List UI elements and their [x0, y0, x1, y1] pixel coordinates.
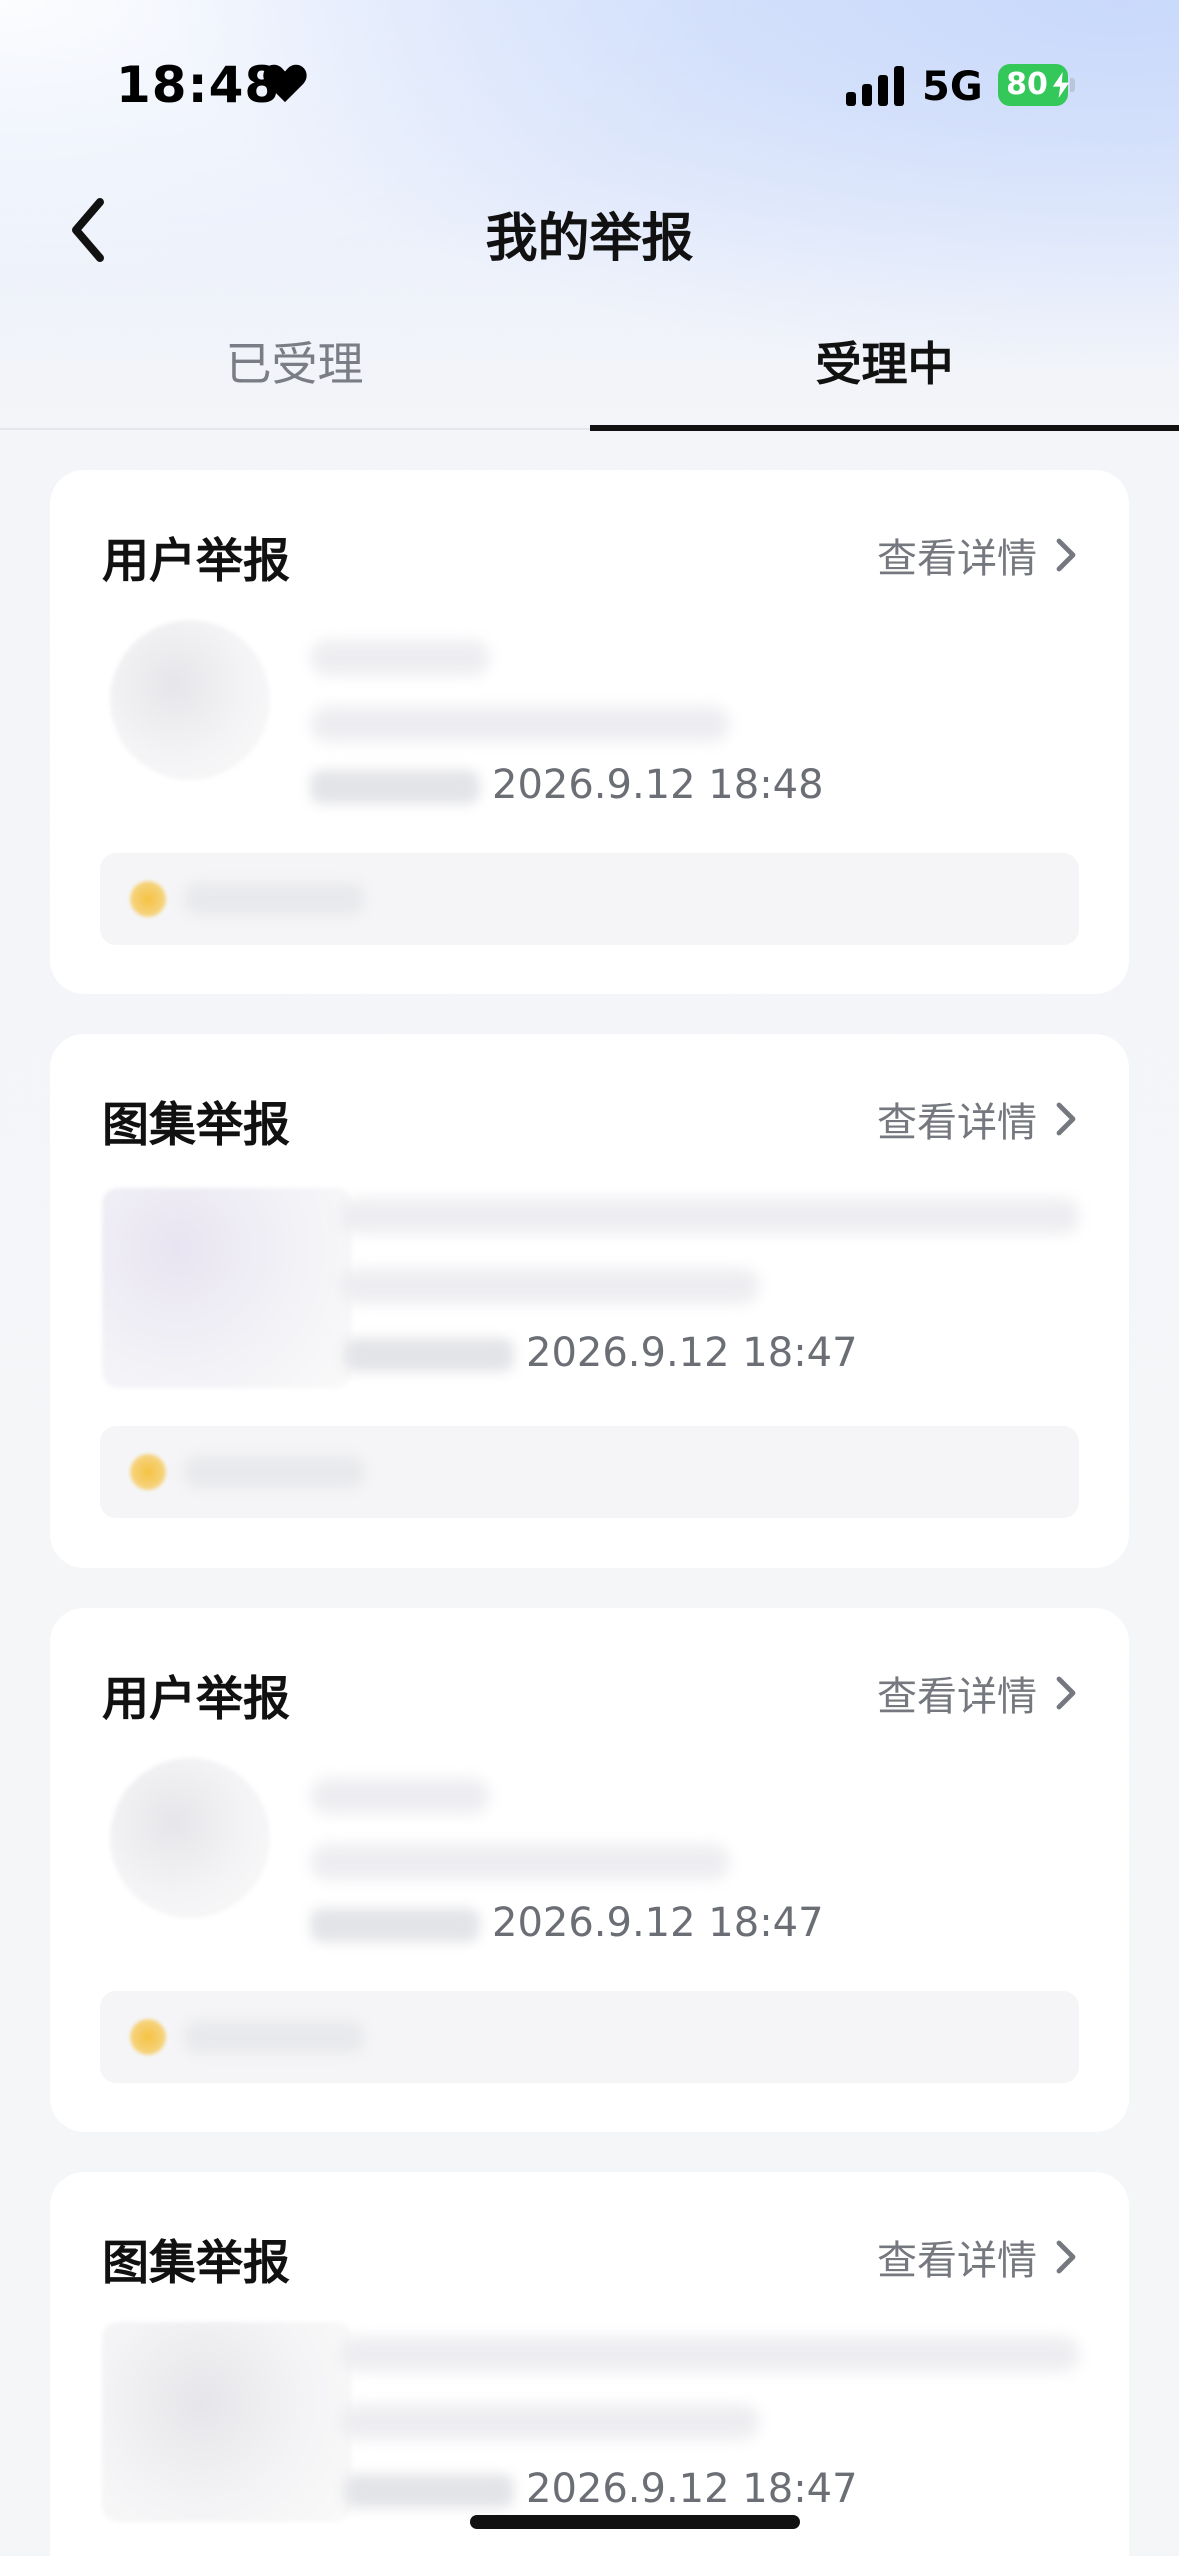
gallery-title	[340, 2336, 1080, 2372]
chevron-right-icon	[1056, 2240, 1076, 2274]
report-status-row	[100, 1991, 1079, 2083]
reported-user-avatar	[110, 1758, 270, 1918]
report-status	[184, 883, 364, 915]
active-tab-indicator	[590, 425, 1179, 431]
report-type: 用户举报	[102, 534, 290, 589]
view-details-label: 查看详情	[877, 1674, 1037, 1720]
report-status	[184, 2021, 364, 2053]
report-type: 图集举报	[102, 1098, 290, 1153]
report-time-label	[344, 2474, 514, 2508]
report-time-label	[310, 1908, 480, 1942]
report-time-label	[310, 770, 480, 804]
report-type: 图集举报	[102, 2236, 290, 2291]
view-details-link[interactable]: 查看详情	[877, 526, 1079, 584]
gallery-title	[340, 1198, 1080, 1234]
tab-bar: 已受理 受理中	[0, 320, 1179, 431]
report-card[interactable]: 用户举报 查看详情 2026.9.12 18:48	[50, 470, 1129, 994]
report-time-label	[344, 1338, 514, 1372]
report-status-row	[100, 1426, 1079, 1518]
heart-icon	[263, 64, 307, 103]
report-time: 2026.9.12 18:47	[344, 1330, 858, 1376]
report-card[interactable]: 图集举报 查看详情 2026.9.12 18:47	[50, 1034, 1129, 1568]
reported-user-name	[310, 640, 490, 676]
page-title: 我的举报	[485, 209, 694, 269]
report-time: 2026.9.12 18:47	[344, 2466, 858, 2512]
tab-accepted[interactable]: 已受理	[0, 320, 589, 430]
reported-user-avatar	[110, 620, 270, 780]
gallery-thumbnail	[102, 1188, 352, 1388]
report-time-value: 2026.9.12 18:47	[526, 1330, 858, 1376]
battery-indicator: 80	[998, 64, 1075, 106]
chevron-right-icon	[1056, 1102, 1076, 1136]
home-indicator[interactable]	[470, 2515, 800, 2529]
report-status-row	[100, 853, 1079, 945]
chevron-right-icon	[1056, 1676, 1076, 1710]
report-time-value: 2026.9.12 18:48	[492, 762, 824, 808]
battery-level: 80	[1006, 67, 1048, 102]
view-details-link[interactable]: 查看详情	[877, 1090, 1079, 1148]
charging-bolt-icon	[1052, 72, 1070, 98]
report-time-value: 2026.9.12 18:47	[492, 1900, 824, 1946]
signal-icon	[846, 66, 904, 106]
reported-user-name	[310, 1778, 490, 1814]
gallery-thumbnail	[102, 2322, 352, 2522]
view-details-label: 查看详情	[877, 2238, 1037, 2284]
report-time: 2026.9.12 18:48	[310, 762, 824, 808]
report-time-value: 2026.9.12 18:47	[526, 2466, 858, 2512]
report-reason	[340, 1268, 760, 1304]
report-reason	[340, 2404, 760, 2440]
status-dot-icon	[130, 1454, 166, 1490]
status-dot-icon	[130, 2019, 166, 2055]
network-type: 5G	[922, 64, 983, 110]
tab-processing[interactable]: 受理中	[590, 320, 1179, 430]
report-time: 2026.9.12 18:47	[310, 1900, 824, 1946]
status-dot-icon	[130, 881, 166, 917]
report-status	[184, 1456, 364, 1488]
view-details-link[interactable]: 查看详情	[877, 1664, 1079, 1722]
battery-nub	[1070, 78, 1075, 92]
report-card[interactable]: 图集举报 查看详情 2026.9.12 18:47	[50, 2172, 1129, 2556]
status-time: 18:48	[116, 56, 281, 114]
report-card[interactable]: 用户举报 查看详情 2026.9.12 18:47	[50, 1608, 1129, 2132]
view-details-link[interactable]: 查看详情	[877, 2228, 1079, 2286]
status-bar: 18:48 5G 80	[0, 0, 1179, 170]
report-type: 用户举报	[102, 1672, 290, 1727]
report-reason	[310, 1844, 730, 1880]
view-details-label: 查看详情	[877, 536, 1037, 582]
report-reason	[310, 706, 730, 742]
view-details-label: 查看详情	[877, 1100, 1037, 1146]
chevron-right-icon	[1056, 538, 1076, 572]
